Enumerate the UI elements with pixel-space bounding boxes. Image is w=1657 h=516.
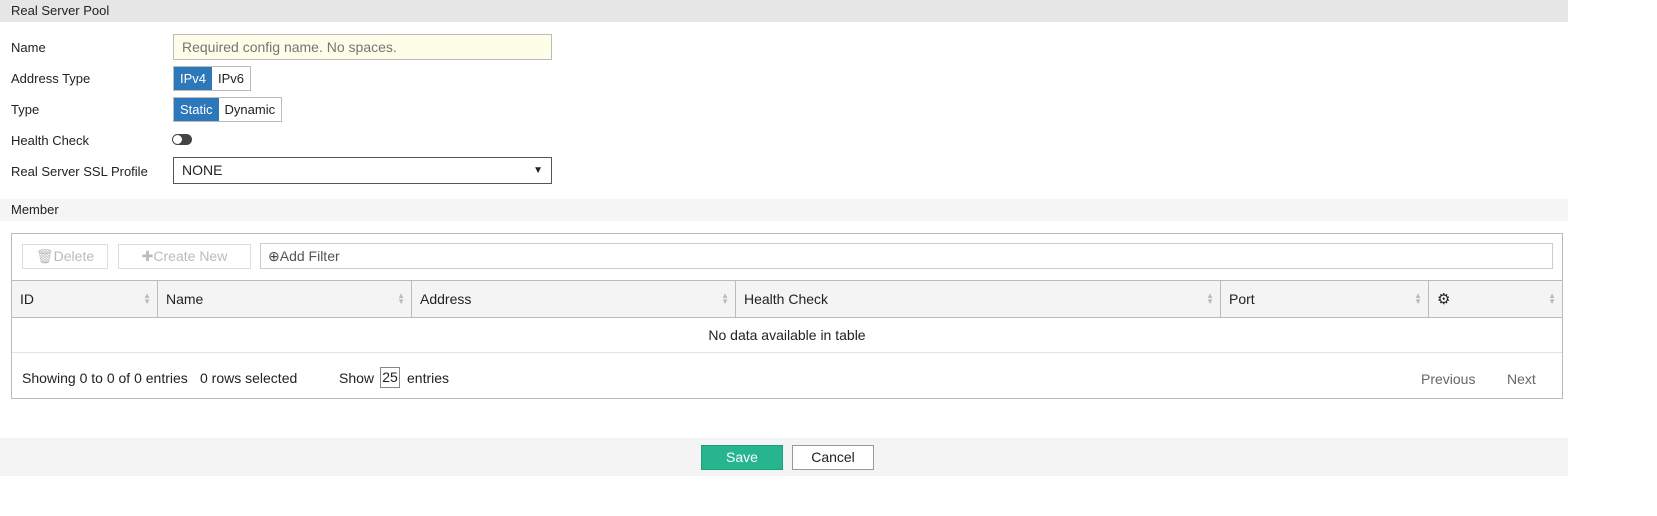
show-label: Show: [339, 370, 375, 386]
page-size-input[interactable]: 25: [380, 367, 400, 388]
add-filter-input[interactable]: ⊕Add Filter: [260, 243, 1553, 269]
ssl-profile-select[interactable]: NONE ▼: [173, 157, 552, 184]
showing-entries: Showing 0 to 0 of 0 entries: [22, 370, 188, 386]
col-settings[interactable]: ⚙ ▲ ▼: [1429, 281, 1562, 318]
table-header: ID ▲ ▼ Name ▲ ▼ Address ▲ ▼ Health Check ▲ ▼ Por…: [12, 280, 1562, 318]
cancel-button[interactable]: Cancel: [792, 445, 874, 470]
ssl-profile-label: Real Server SSL Profile: [11, 164, 148, 179]
plus-circle-icon: ⊕: [268, 248, 280, 264]
col-port[interactable]: Port ▲ ▼: [1221, 281, 1429, 318]
empty-message: No data available in table: [12, 318, 1562, 353]
sort-icon: ▲ ▼: [1206, 291, 1214, 306]
section-header: Real Server Pool: [0, 0, 1568, 22]
sort-icon: ▲ ▼: [721, 291, 729, 306]
name-label: Name: [11, 40, 46, 55]
ssl-profile-value: NONE: [182, 162, 223, 178]
sort-icon: ▲ ▼: [1414, 291, 1422, 306]
gear-icon[interactable]: ⚙: [1437, 291, 1450, 308]
type-label: Type: [11, 102, 40, 117]
col-id[interactable]: ID ▲ ▼: [12, 281, 158, 318]
save-button[interactable]: Save: [701, 445, 783, 470]
previous-button[interactable]: Previous: [1421, 371, 1475, 387]
member-table: 🗑Delete ✚Create New ⊕Add Filter ID ▲ ▼ Nam…: [11, 233, 1563, 399]
name-input[interactable]: [173, 34, 552, 60]
health-check-label: Health Check: [11, 133, 90, 148]
health-check-switch[interactable]: [172, 134, 192, 145]
col-address[interactable]: Address ▲ ▼: [412, 281, 736, 318]
trash-icon: 🗑: [35, 248, 54, 264]
entries-label: entries: [407, 370, 450, 386]
create-new-button[interactable]: ✚Create New: [118, 244, 251, 269]
chevron-down-icon: ▼: [533, 165, 543, 176]
static-option[interactable]: Static: [174, 98, 219, 121]
col-health-check[interactable]: Health Check ▲ ▼: [736, 281, 1221, 318]
member-header: Member: [0, 199, 1568, 221]
ipv4-option[interactable]: IPv4: [174, 67, 213, 90]
sort-icon: ▲ ▼: [143, 291, 151, 306]
next-button[interactable]: Next: [1507, 371, 1536, 387]
ipv6-option[interactable]: IPv6: [212, 67, 250, 90]
col-name[interactable]: Name ▲ ▼: [158, 281, 412, 318]
dynamic-option[interactable]: Dynamic: [219, 98, 282, 121]
type-toggle: Static Dynamic: [173, 97, 283, 122]
footer-bar: Save Cancel: [0, 438, 1568, 476]
plus-icon: ✚: [141, 248, 154, 264]
sort-icon: ▲ ▼: [397, 291, 405, 306]
delete-button[interactable]: 🗑Delete: [22, 244, 108, 269]
address-type-toggle: IPv4 IPv6: [173, 66, 252, 91]
rows-selected: 0 rows selected: [200, 370, 298, 386]
sort-icon: ▲ ▼: [1548, 291, 1556, 306]
address-type-label: Address Type: [11, 71, 91, 86]
